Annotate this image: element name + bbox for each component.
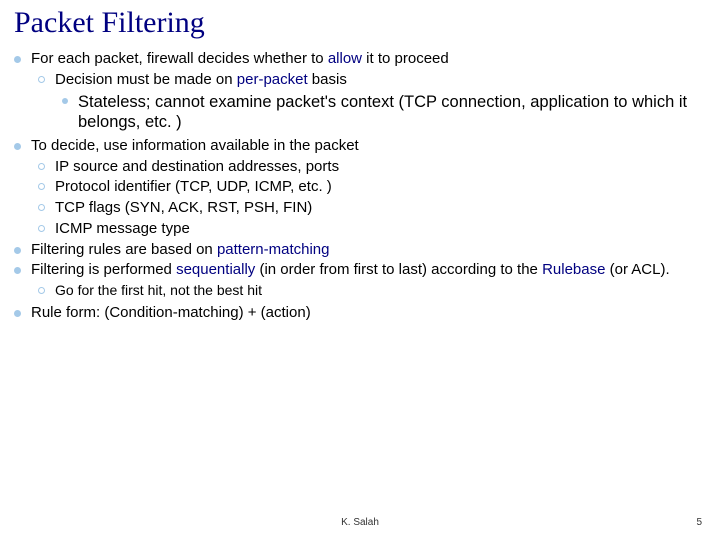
page-title: Packet Filtering [14,6,706,40]
text: For each packet, firewall decides whethe… [31,50,328,67]
bullet-text: Filtering is performed sequentially (in … [31,261,670,280]
footer-author: K. Salah [0,517,720,528]
circle-icon [38,183,45,190]
bullet-icon [14,247,21,254]
text: Decision must be made on [55,71,237,88]
bullet-text: Filtering rules are based on pattern-mat… [31,241,330,260]
bullet-text: To decide, use information available in … [31,137,359,156]
circle-icon [38,204,45,211]
bullet-icon [14,143,21,150]
bullet-l1: Filtering is performed sequentially (in … [14,261,706,280]
bullet-icon [14,310,21,317]
bullet-l2: IP source and destination addresses, por… [38,158,706,177]
bullet-text: Go for the first hit, not the best hit [55,282,262,300]
page-number: 5 [696,517,702,528]
bullet-l3: Stateless; cannot examine packet's conte… [62,92,706,133]
circle-icon [38,287,45,294]
circle-icon [38,76,45,83]
bullet-l2: ICMP message type [38,220,706,239]
text: (or ACL). [605,261,669,278]
bullet-icon [14,267,21,274]
bullet-l2: TCP flags (SYN, ACK, RST, PSH, FIN) [38,199,706,218]
bullet-text: For each packet, firewall decides whethe… [31,50,449,69]
text-accent: pattern-matching [217,241,330,258]
text: Filtering is performed [31,261,176,278]
text-accent: sequentially [176,261,255,278]
bullet-l2: Go for the first hit, not the best hit [38,282,706,300]
bullet-text: Protocol identifier (TCP, UDP, ICMP, etc… [55,178,332,197]
text: (in order from first to last) according … [255,261,542,278]
bullet-l1: For each packet, firewall decides whethe… [14,50,706,69]
text-accent: Rulebase [542,261,605,278]
bullet-text: Rule form: (Condition-matching) + (actio… [31,304,311,323]
bullet-text: TCP flags (SYN, ACK, RST, PSH, FIN) [55,199,312,218]
circle-icon [38,225,45,232]
text: basis [308,71,347,88]
bullet-icon [14,56,21,63]
bullet-l1: To decide, use information available in … [14,137,706,156]
bullet-text: Decision must be made on per-packet basi… [55,71,347,90]
bullet-l2: Decision must be made on per-packet basi… [38,71,706,90]
bullet-l1: Filtering rules are based on pattern-mat… [14,241,706,260]
slide: Packet Filtering For each packet, firewa… [0,0,720,322]
bullet-l2: Protocol identifier (TCP, UDP, ICMP, etc… [38,178,706,197]
text-accent: per-packet [237,71,308,88]
text: Filtering rules are based on [31,241,217,258]
bullet-icon [62,98,68,104]
bullet-text: Stateless; cannot examine packet's conte… [78,92,706,133]
bullet-l1: Rule form: (Condition-matching) + (actio… [14,304,706,323]
text-accent: allow [328,50,362,67]
circle-icon [38,163,45,170]
bullet-text: IP source and destination addresses, por… [55,158,339,177]
text: it to proceed [362,50,449,67]
bullet-text: ICMP message type [55,220,190,239]
